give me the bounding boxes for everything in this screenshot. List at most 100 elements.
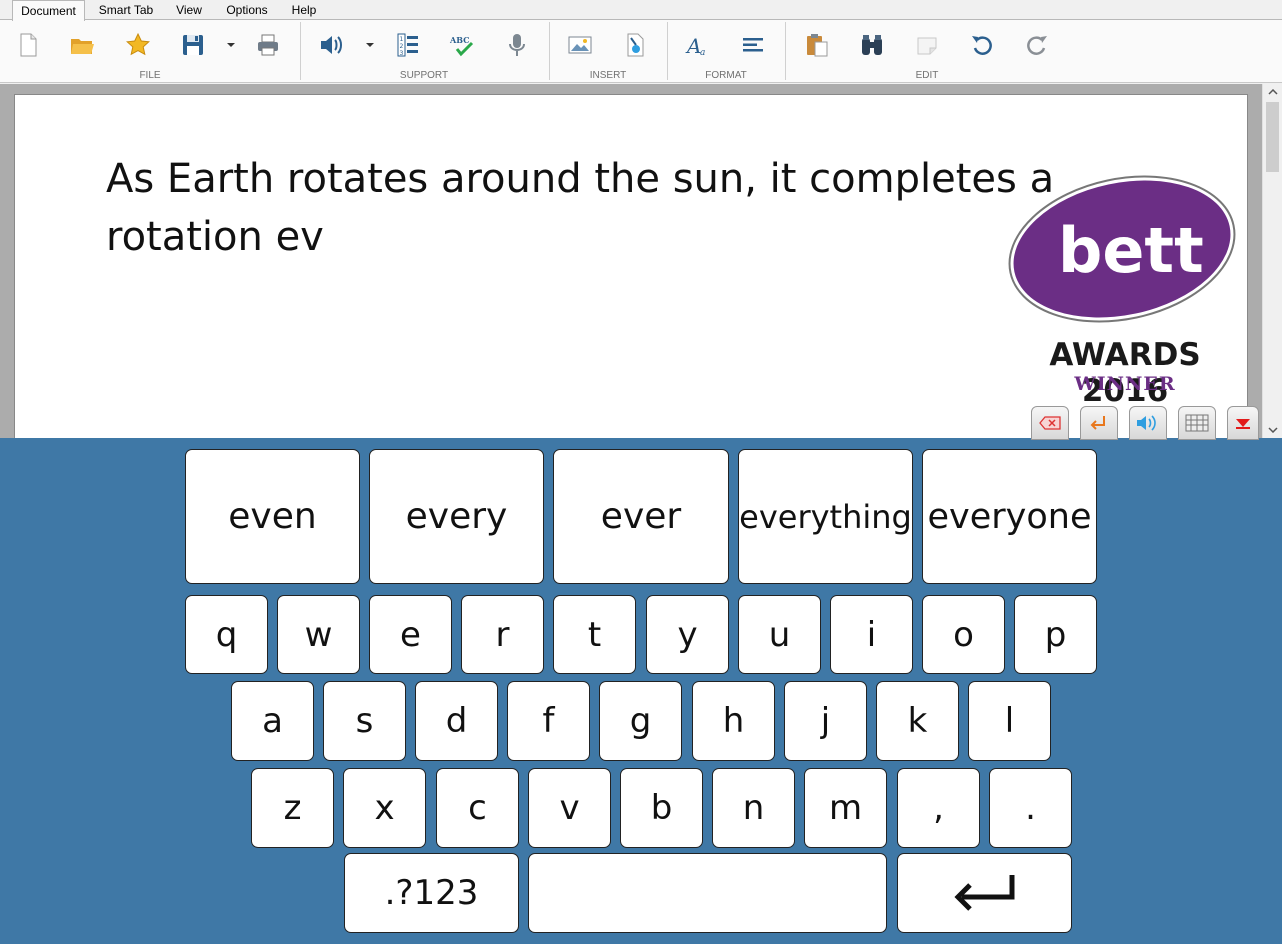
key-s[interactable]: s [323,681,406,761]
prediction-key[interactable]: everyone [922,449,1097,584]
speak-speaker-icon [321,36,342,54]
align-left-button[interactable] [737,29,769,61]
prediction-key[interactable]: everything [738,449,913,584]
favourites-star-icon [126,32,150,56]
svg-text:1: 1 [400,36,404,43]
svg-text:a: a [700,48,705,58]
chevron-down-icon [227,43,235,47]
group-label-file: FILE [139,70,161,81]
bett-logo-badge: bett [1008,175,1236,323]
word-list-icon: 123 [397,33,418,57]
key-p[interactable]: p [1014,595,1097,674]
symbols-key[interactable]: .?123 [344,853,519,933]
insert-file-icon [627,33,644,57]
key-m[interactable]: m [804,768,887,848]
insert-image-icon [568,36,592,54]
chevron-down-icon [366,43,374,47]
document-text[interactable]: As Earth rotates around the sun, it comp… [106,150,1066,266]
redo-button[interactable] [1021,29,1053,61]
tab-help[interactable]: Help [284,0,324,20]
key-y[interactable]: y [646,595,729,674]
key-l[interactable]: l [968,681,1051,761]
insert-image-button[interactable] [564,29,596,61]
key-o[interactable]: o [922,595,1005,674]
prediction-key[interactable]: even [185,449,360,584]
chevron-down-icon [1268,427,1278,433]
key-z[interactable]: z [251,768,334,848]
word-list-button[interactable]: 123 [392,29,424,61]
print-button[interactable] [252,29,284,61]
key-j[interactable]: j [784,681,867,761]
tab-view[interactable]: View [168,0,210,20]
winner-label: WINNER [1074,373,1176,395]
save-button[interactable] [177,29,209,61]
spellcheck-icon: ABC [449,35,474,57]
key-w[interactable]: w [277,595,360,674]
ribbon-separator [785,22,786,80]
favourites-button[interactable] [122,29,154,61]
insert-file-button[interactable] [619,29,651,61]
scroll-up-button[interactable] [1263,84,1282,100]
key-r[interactable]: r [461,595,544,674]
print-icon [258,34,278,56]
key-comma[interactable]: , [897,768,980,848]
undo-icon [972,36,992,55]
keyboard-grid-icon [1185,414,1209,432]
tab-options[interactable]: Options [218,0,276,20]
key-i[interactable]: i [830,595,913,674]
note-button[interactable] [911,29,943,61]
open-button[interactable] [66,29,98,61]
speak-dropdown-button[interactable] [364,40,376,50]
key-t[interactable]: t [553,595,636,674]
keyboard-enter-button[interactable] [1080,406,1118,440]
key-g[interactable]: g [599,681,682,761]
speak-keyboard-button[interactable] [1129,406,1167,440]
svg-text:ABC: ABC [449,35,469,45]
key-k[interactable]: k [876,681,959,761]
hide-keyboard-button[interactable] [1227,406,1259,440]
tab-document[interactable]: Document [12,0,85,21]
key-x[interactable]: x [343,768,426,848]
key-h[interactable]: h [692,681,775,761]
hide-keyboard-icon [1236,419,1250,429]
key-b[interactable]: b [620,768,703,848]
spellcheck-button[interactable]: ABC [446,29,478,61]
key-q[interactable]: q [185,595,268,674]
document-scrollbar[interactable] [1262,84,1282,438]
enter-key[interactable] [897,853,1072,933]
bett-logo-text: bett [1058,214,1204,287]
scroll-down-button[interactable] [1263,422,1282,438]
tab-smart-tab[interactable]: Smart Tab [92,0,160,20]
key-v[interactable]: v [528,768,611,848]
undo-button[interactable] [966,29,998,61]
enter-arrow-icon [1090,416,1105,430]
key-d[interactable]: d [415,681,498,761]
space-key[interactable] [528,853,887,933]
group-label-insert: INSERT [589,70,627,81]
prediction-key[interactable]: every [369,449,544,584]
speak-button[interactable] [315,29,347,61]
group-label-support: SUPPORT [399,70,449,81]
key-f[interactable]: f [507,681,590,761]
key-c[interactable]: c [436,768,519,848]
paste-button[interactable] [801,29,833,61]
new-document-button[interactable] [12,29,44,61]
key-e[interactable]: e [369,595,452,674]
save-dropdown-button[interactable] [225,40,237,50]
scrollbar-thumb[interactable] [1266,102,1279,172]
font-style-button[interactable]: Aa [682,29,714,61]
prediction-key[interactable]: ever [553,449,729,584]
key-a[interactable]: a [231,681,314,761]
key-u[interactable]: u [738,595,821,674]
find-button[interactable] [856,29,888,61]
document-page[interactable]: As Earth rotates around the sun, it comp… [14,94,1248,444]
key-period[interactable]: . [989,768,1072,848]
backspace-button[interactable] [1031,406,1069,440]
paste-clipboard-icon [807,34,828,57]
backspace-icon [1039,416,1061,430]
keyboard-layout-button[interactable] [1178,406,1216,440]
microphone-button[interactable] [501,29,533,61]
key-n[interactable]: n [712,768,795,848]
save-disk-icon [183,35,203,55]
redo-icon [1027,36,1047,55]
